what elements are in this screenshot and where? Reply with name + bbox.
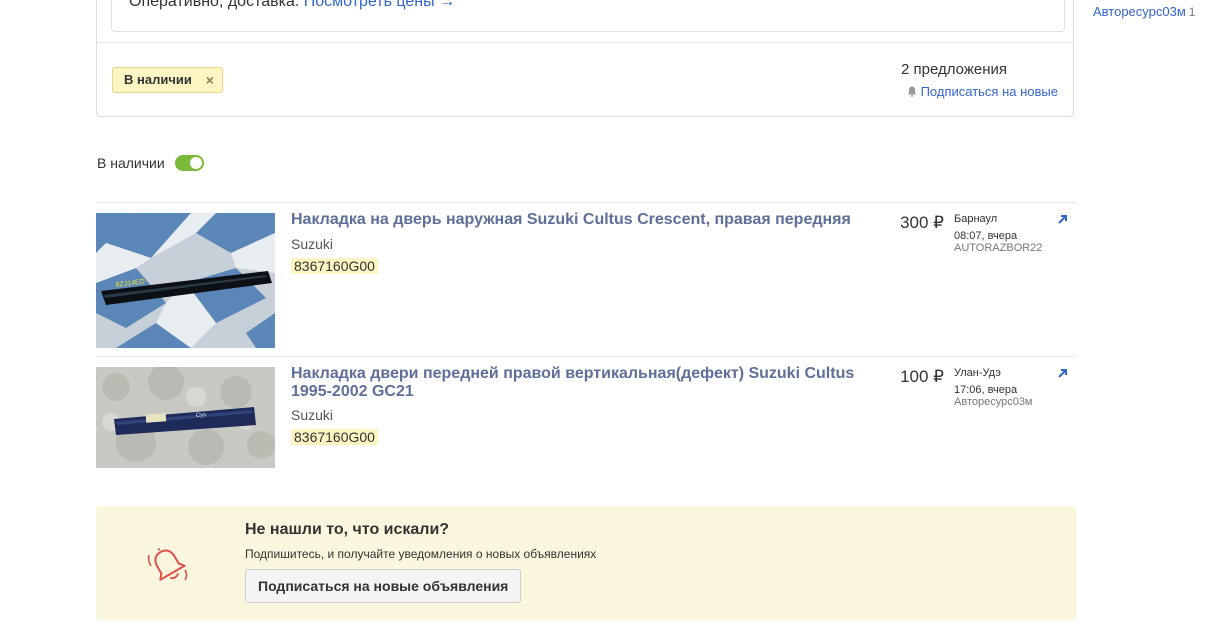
view-prices-link[interactable]: Посмотреть цены → [304,0,455,10]
subscribe-description: Подпишитесь, и получайте уведомления о н… [245,547,597,561]
listing-item: 8ZJ14ЕD Накладка на дверь наружная Suzuk… [96,203,1076,355]
listing-part-number: 8367160G00 [291,258,378,274]
offers-count: 2 предложения [901,61,1007,78]
listing-city: Улан-Удэ [954,367,1001,379]
toggle-knob [189,157,202,169]
listing-brand: Suzuki [291,407,334,423]
external-link-icon[interactable] [1057,368,1068,379]
divider [97,42,1073,43]
listing-time: 08:07, вчера [954,230,1018,242]
external-link-icon[interactable] [1057,214,1068,225]
seller-filter-link[interactable]: Авторесурс03м [1093,4,1186,19]
listing-thumbnail[interactable]: 8ZJ14ЕD [96,213,275,348]
subscribe-button[interactable]: Подписаться на новые объявления [245,569,522,603]
thumbnail-label: Суз [196,412,207,419]
promo-text: Оперативно, доставка. Посмотреть цены → [129,0,455,11]
filter-chip-label: В наличии [124,72,192,87]
subscribe-title: Не нашли то, что искали? [245,521,450,538]
listing-title[interactable]: Накладка двери передней правой вертикаль… [291,365,866,401]
bell-icon [907,86,916,97]
bell-icon [147,548,188,581]
listing-seller: Авторесурс03м [954,396,1033,408]
subscribe-box: Не нашли то, что искали? Подпишитесь, и … [96,506,1076,620]
seller-filter-item: Авторесурс03м 1 [1093,4,1195,19]
close-icon[interactable]: × [206,68,214,92]
promo-box: Оперативно, доставка. Посмотреть цены → [111,0,1065,32]
availability-toggle[interactable] [174,155,204,171]
door-trim-photo: 8ZJ14ЕD [96,213,275,348]
listing-thumbnail[interactable]: Суз [96,367,275,468]
filter-card: Оперативно, доставка. Посмотреть цены → … [96,0,1074,117]
seller-filter-count: 1 [1188,5,1196,19]
availability-toggle-row: В наличии [97,155,204,171]
listing-brand: Suzuki [291,236,334,252]
door-trim-photo: Суз [96,367,275,468]
listing-part-number: 8367160G00 [291,429,378,445]
listing-item: Суз Накладка двери передней правой верти… [96,357,1076,477]
availability-toggle-label: В наличии [97,155,165,171]
listing-time: 17:06, вчера [954,384,1018,396]
listing-title[interactable]: Накладка на дверь наружная Suzuki Cultus… [291,211,866,229]
subscribe-new-link[interactable]: Подписаться на новые [907,84,1058,99]
listing-price: 100 ₽ [900,367,944,386]
listing-city: Барнаул [954,213,998,225]
filter-chip-in-stock: В наличии × [112,67,223,93]
listing-seller: AUTORAZBOR22 [954,242,1043,254]
listing-price: 300 ₽ [900,213,944,232]
promo-description: Оперативно, доставка. [129,0,304,10]
subscribe-new-label: Подписаться на новые [920,84,1058,99]
